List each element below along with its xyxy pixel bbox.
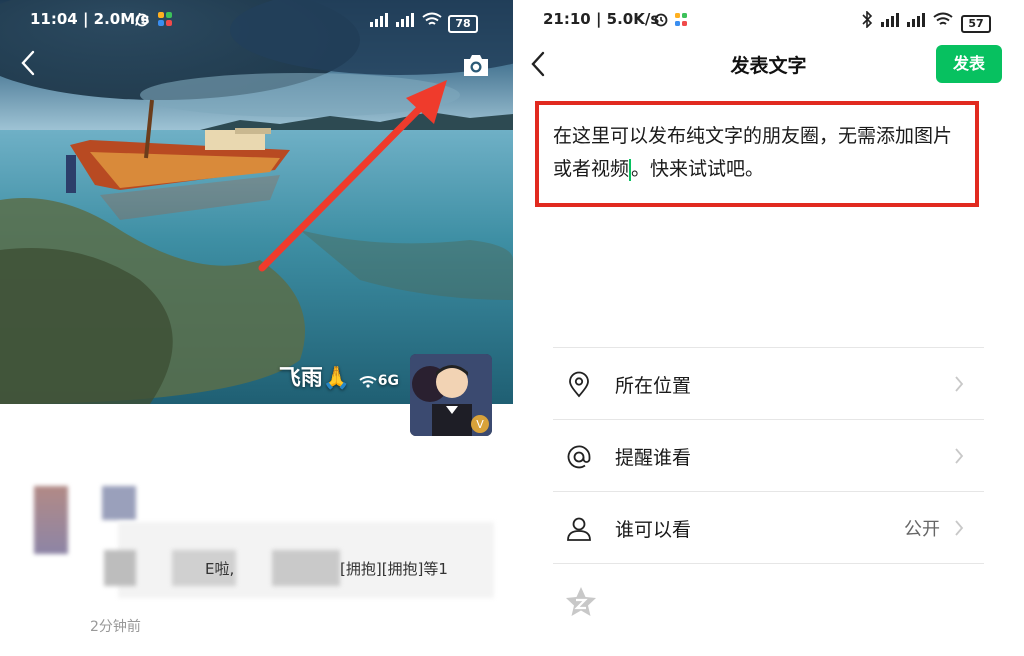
compose-textarea[interactable]: 在这里可以发布纯文字的朋友圈，无需添加图片或者视频 。快来试试吧。 — [553, 120, 968, 186]
boat-landscape-image — [0, 0, 513, 404]
battery-indicator: 57 — [961, 12, 991, 33]
cover-photo[interactable]: 11:04 | 2.0M/s 78 飞雨🙏 6G — [0, 0, 513, 404]
compose-text-part: 。快来试试吧。 — [631, 158, 765, 180]
location-pin-icon — [565, 371, 593, 399]
feed-blur-block — [104, 550, 136, 586]
option-value: 公开 — [904, 519, 940, 540]
battery-indicator: 78 — [448, 12, 478, 33]
option-remind[interactable]: 提醒谁看 — [553, 421, 984, 491]
chevron-left-icon — [21, 50, 35, 76]
star-icon[interactable] — [563, 584, 599, 620]
person-icon — [565, 515, 593, 543]
status-bar: 21:10 | 5.0K/s 57 — [513, 0, 1024, 40]
option-label: 提醒谁看 — [615, 447, 692, 469]
bluetooth-icon — [861, 10, 873, 32]
feed-timestamp: 2分钟前 — [90, 619, 141, 635]
status-time-speed: 11:04 | 2.0M/s — [30, 10, 150, 28]
moments-profile-screen: 11:04 | 2.0M/s 78 飞雨🙏 6G V E啦, [拥抱][拥抱]等… — [0, 0, 513, 656]
camera-icon — [464, 55, 488, 76]
feed-blur-block — [272, 550, 340, 586]
camera-button[interactable] — [460, 50, 492, 80]
status-time-speed: 21:10 | 5.0K/s — [543, 10, 660, 28]
divider — [553, 491, 984, 492]
status-bar: 11:04 | 2.0M/s 78 — [0, 0, 513, 40]
chevron-right-icon — [954, 447, 964, 465]
app-notification-icon — [157, 11, 173, 31]
option-location[interactable]: 所在位置 — [553, 349, 984, 419]
wifi-icon — [422, 12, 442, 32]
divider — [553, 347, 984, 348]
compose-text-moment-screen: 21:10 | 5.0K/s 57 发表文字 发表 在这里可以发布纯文字的朋友圈… — [513, 0, 1024, 656]
feed-thumb-blurred — [102, 486, 136, 520]
at-sign-icon — [565, 443, 593, 471]
app-notification-icon — [675, 12, 687, 31]
feed-text-fragment: E啦, — [205, 560, 235, 578]
option-label: 谁可以看 — [615, 519, 692, 541]
wifi-6g-icon: 6G — [358, 373, 399, 389]
feed-avatar-blurred — [34, 486, 68, 554]
alarm-icon — [134, 11, 150, 31]
signal-hd-icon — [368, 12, 420, 32]
option-visibility[interactable]: 谁可以看 公开 — [553, 493, 984, 563]
publish-button[interactable]: 发表 — [936, 45, 1002, 83]
profile-nickname: 飞雨🙏 6G — [278, 366, 399, 391]
moment-feed-item[interactable] — [0, 404, 513, 656]
wifi-icon — [933, 12, 953, 32]
divider — [553, 419, 984, 420]
signal-hd-icon — [879, 12, 931, 32]
alarm-icon — [653, 11, 669, 31]
chevron-right-icon — [954, 375, 964, 393]
divider — [553, 563, 984, 564]
back-button[interactable] — [16, 46, 46, 80]
feed-text-fragment: [拥抱][拥抱]等1 — [340, 560, 448, 578]
option-label: 所在位置 — [615, 375, 692, 397]
chevron-right-icon — [954, 519, 964, 537]
